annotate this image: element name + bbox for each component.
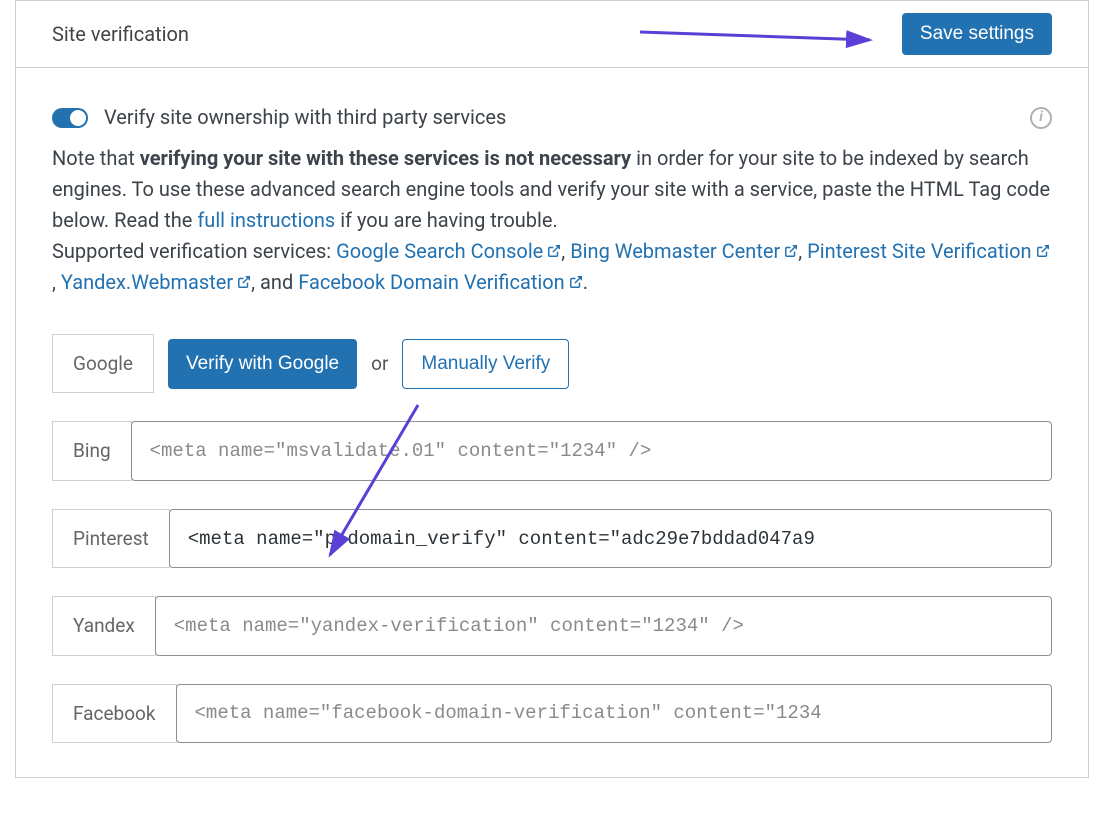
facebook-verification-link[interactable]: Facebook Domain Verification: [298, 270, 582, 294]
yandex-webmaster-link[interactable]: Yandex.Webmaster: [61, 270, 251, 294]
desc-and: , and: [251, 270, 298, 294]
toggle-row: Verify site ownership with third party s…: [52, 102, 1052, 133]
verify-toggle[interactable]: [52, 108, 88, 128]
google-label: Google: [52, 334, 154, 393]
panel-content: Verify site ownership with third party s…: [16, 68, 1088, 777]
external-link-icon: [784, 244, 798, 258]
yandex-label: Yandex: [52, 596, 156, 655]
settings-panel: Site verification Save settings Verify s…: [15, 0, 1089, 778]
google-actions: Verify with Google or Manually Verify: [168, 334, 569, 393]
supported-prefix: Supported verification services:: [52, 239, 336, 263]
or-separator: or: [371, 349, 388, 378]
google-console-link[interactable]: Google Search Console: [336, 239, 561, 263]
pinterest-field-row: Pinterest: [52, 509, 1052, 568]
info-icon[interactable]: i: [1030, 107, 1052, 129]
toggle-label: Verify site ownership with third party s…: [104, 102, 506, 133]
desc-bold: verifying your site with these services …: [140, 146, 631, 170]
panel-header: Site verification Save settings: [16, 1, 1088, 68]
pinterest-label: Pinterest: [52, 509, 170, 568]
bing-webmaster-link[interactable]: Bing Webmaster Center: [570, 239, 798, 263]
external-link-icon: [547, 244, 561, 258]
bing-meta-input[interactable]: [131, 421, 1052, 480]
panel-title: Site verification: [52, 19, 189, 50]
pinterest-meta-input[interactable]: [169, 509, 1052, 568]
desc-trouble: if you are having trouble.: [335, 208, 558, 232]
desc-prefix: Note that: [52, 146, 140, 170]
google-field-row: Google Verify with Google or Manually Ve…: [52, 334, 1052, 393]
full-instructions-link[interactable]: full instructions: [197, 208, 335, 232]
yandex-field-row: Yandex: [52, 596, 1052, 655]
bing-field-row: Bing: [52, 421, 1052, 480]
facebook-meta-input[interactable]: [176, 684, 1052, 743]
pinterest-verification-link[interactable]: Pinterest Site Verification: [807, 239, 1049, 263]
save-settings-button[interactable]: Save settings: [902, 13, 1052, 55]
external-link-icon: [1036, 244, 1050, 258]
bing-label: Bing: [52, 421, 132, 480]
verify-with-google-button[interactable]: Verify with Google: [168, 339, 357, 389]
yandex-meta-input[interactable]: [155, 596, 1052, 655]
manually-verify-button[interactable]: Manually Verify: [402, 339, 569, 389]
external-link-icon: [569, 275, 583, 289]
description-text: Note that verifying your site with these…: [52, 143, 1052, 298]
facebook-field-row: Facebook: [52, 684, 1052, 743]
facebook-label: Facebook: [52, 684, 177, 743]
external-link-icon: [237, 275, 251, 289]
